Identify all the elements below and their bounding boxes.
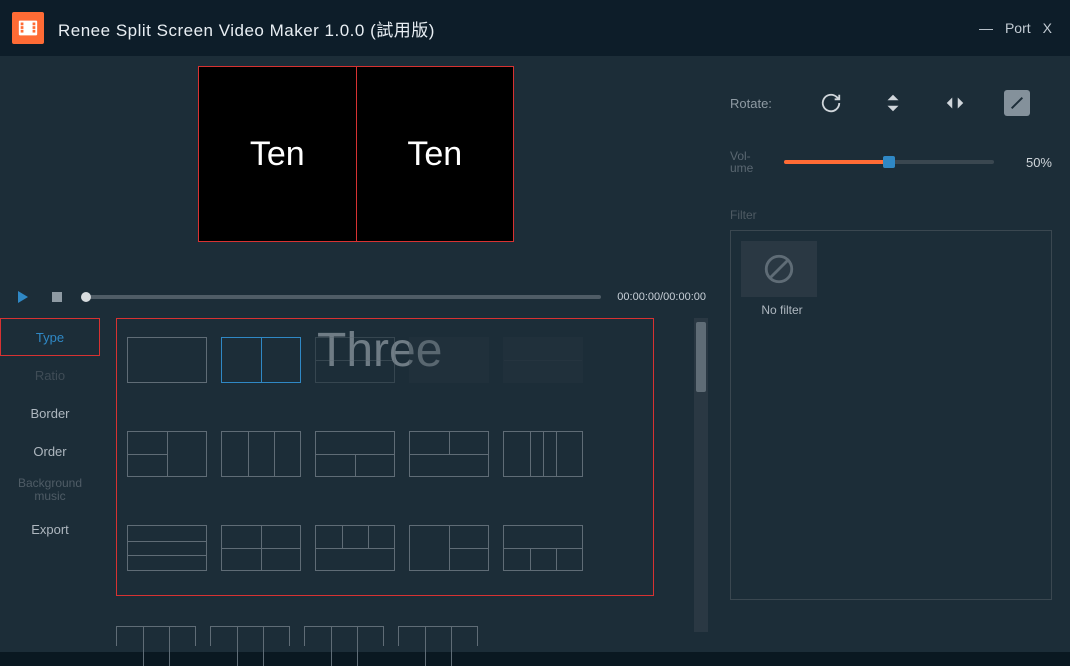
layout-thumb-2h[interactable] [315,337,395,383]
layout-thumb-x2[interactable] [503,337,583,383]
layout-thumb-r3c[interactable] [315,525,395,571]
layout-thumb-more-4[interactable] [398,626,478,646]
window-maximize-button[interactable]: Port [999,20,1037,36]
layout-scrollbar[interactable] [694,318,708,632]
timeline-playhead[interactable] [81,292,91,302]
preview-cell-1[interactable]: Ten [199,67,357,241]
volume-value: 50% [1012,155,1052,170]
layout-thumb-r2b[interactable] [221,431,301,477]
volume-knob[interactable] [883,156,895,168]
flip-horizontal-icon[interactable] [942,90,968,116]
volume-label: Vol-ume [730,150,766,174]
layout-picker: Three [116,318,654,596]
layout-thumb-r2e[interactable] [503,431,583,477]
timeline-slider[interactable] [86,295,601,299]
tab-border[interactable]: Border [0,394,100,432]
layout-thumb-r2a[interactable] [127,431,207,477]
scroll-thumb[interactable] [696,322,706,392]
titlebar: Renee Split Screen Video Maker 1.0.0 (試用… [0,0,1070,56]
side-tabs: Type Ratio Border Order Background music… [0,312,100,652]
stop-button[interactable] [44,284,70,310]
no-filter-icon [741,241,817,297]
filter-section-label: Filter [730,208,1052,222]
app-title: Renee Split Screen Video Maker 1.0.0 (試用… [58,16,435,41]
rotate-cw-icon[interactable] [818,90,844,116]
volume-slider[interactable] [784,160,994,164]
layout-thumb-more-1[interactable] [116,626,196,646]
preview-frame[interactable]: Ten Ten [198,66,514,242]
tab-export[interactable]: Export [0,510,100,548]
crop-icon[interactable] [1004,90,1030,116]
preview-area: Ten Ten [0,56,712,281]
window-minimize-button[interactable]: — [973,20,999,36]
volume-fill [784,160,889,164]
layout-thumb-2v[interactable] [221,337,301,383]
layout-thumb-x1[interactable] [409,337,489,383]
tab-order[interactable]: Order [0,432,100,470]
play-button[interactable] [10,284,36,310]
layout-thumb-r2c[interactable] [315,431,395,477]
timecode-display: 00:00:00/00:00:00 [617,291,706,303]
app-logo [12,12,44,44]
flip-vertical-icon[interactable] [880,90,906,116]
layout-thumb-r3d[interactable] [409,525,489,571]
rotate-label: Rotate: [730,96,782,111]
layout-thumb-r3a[interactable] [127,525,207,571]
filter-item-none[interactable]: No filter [741,241,823,317]
tab-ratio[interactable]: Ratio [0,356,100,394]
window-close-button[interactable]: X [1037,20,1058,36]
tab-type[interactable]: Type [0,318,100,356]
filter-panel: No filter [730,230,1052,600]
layout-thumb-r2d[interactable] [409,431,489,477]
layout-thumb-r3b[interactable] [221,525,301,571]
filter-item-label: No filter [741,303,823,317]
preview-cell-2[interactable]: Ten [357,67,514,241]
tab-background-music[interactable]: Background music [0,470,100,510]
layout-thumb-more-2[interactable] [210,626,290,646]
layout-thumb-r3e[interactable] [503,525,583,571]
layout-thumb-more-3[interactable] [304,626,384,646]
layout-thumb-single[interactable] [127,337,207,383]
